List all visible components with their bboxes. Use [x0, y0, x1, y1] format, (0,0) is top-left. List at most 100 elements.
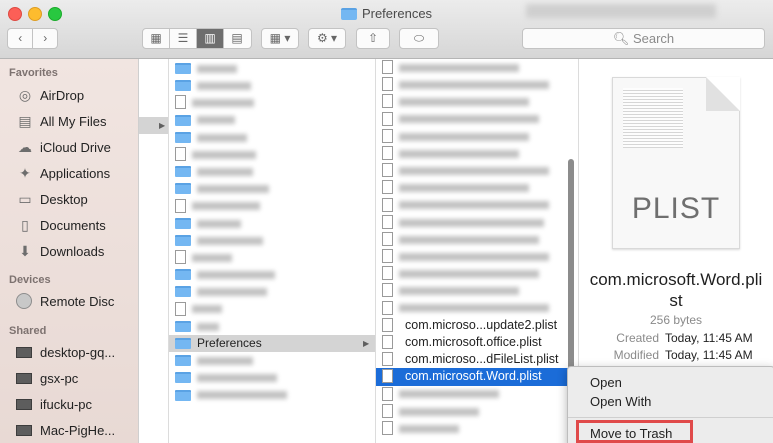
- list-item-selected[interactable]: ▶: [139, 117, 168, 135]
- folder-icon: [175, 389, 191, 401]
- list-item[interactable]: ▶: [169, 232, 375, 249]
- list-item[interactable]: ▶: [169, 215, 375, 232]
- list-item[interactable]: [376, 300, 578, 317]
- list-item[interactable]: [376, 59, 578, 76]
- list-item[interactable]: ▶: [169, 146, 375, 163]
- column-view-icon[interactable]: ▥: [197, 29, 224, 48]
- list-item[interactable]: [376, 265, 578, 282]
- document-icon: [382, 94, 393, 109]
- search-field[interactable]: 🔍︎ Search: [522, 28, 765, 49]
- blurred-name: [192, 202, 260, 211]
- context-menu: Open Open With Move to Trash: [567, 366, 773, 443]
- list-item[interactable]: [376, 248, 578, 265]
- sidebar-item-applications[interactable]: ✦ Applications: [0, 160, 138, 186]
- search-placeholder: Search: [632, 31, 675, 46]
- document-icon: [382, 369, 393, 384]
- document-icon: [382, 163, 393, 178]
- blurred-name: [197, 374, 277, 383]
- list-item[interactable]: ▶: [169, 318, 375, 335]
- tags-button[interactable]: ⬭: [399, 28, 439, 49]
- icon-view-icon[interactable]: ▦: [143, 29, 170, 48]
- list-item[interactable]: [376, 214, 578, 231]
- blurred-name: [197, 322, 219, 331]
- blurred-name: [399, 287, 519, 296]
- devices-header: Devices: [9, 274, 51, 286]
- list-item[interactable]: ▶: [169, 94, 375, 111]
- cover-flow-icon[interactable]: ▤: [224, 29, 250, 48]
- list-item[interactable]: ▶: [169, 283, 375, 300]
- arrange-icon: ▦ ▾: [269, 31, 291, 45]
- list-item[interactable]: ▶: [169, 301, 375, 318]
- sidebar-item-documents[interactable]: ▯ Documents: [0, 212, 138, 238]
- column-2[interactable]: ▶▶▶▶▶▶▶▶▶▶▶▶▶▶▶▶Preferences▶: [169, 59, 376, 443]
- list-item[interactable]: [376, 93, 578, 110]
- blurred-name: [192, 305, 222, 314]
- list-item[interactable]: [376, 282, 578, 299]
- document-icon: [382, 420, 393, 435]
- list-item[interactable]: ▶: [169, 112, 375, 129]
- sidebar-item-label: Applications: [40, 166, 111, 181]
- list-item[interactable]: ▶: [169, 129, 375, 146]
- action-button[interactable]: ⚙ ▾: [308, 28, 346, 49]
- sidebar-item-shared-3[interactable]: ifucku-pc: [0, 392, 138, 418]
- preview-file-size: 256 bytes: [649, 313, 703, 327]
- sidebar-item-icloud-drive[interactable]: ☁ iCloud Drive: [0, 134, 138, 160]
- list-item[interactable]: ▶: [169, 198, 375, 215]
- blurred-name: [399, 63, 519, 72]
- window-title-text: Preferences: [361, 6, 433, 21]
- list-item[interactable]: [169, 369, 375, 386]
- list-view-icon[interactable]: ☰: [170, 29, 197, 48]
- blurred-name: [192, 150, 256, 159]
- folder-icon: [175, 269, 191, 281]
- list-item[interactable]: com.microso...update2.plist: [376, 317, 578, 334]
- list-item[interactable]: [376, 162, 578, 179]
- share-button[interactable]: ⇧: [356, 28, 390, 49]
- list-item[interactable]: [376, 420, 578, 437]
- arrange-button[interactable]: ▦ ▾: [261, 28, 299, 49]
- list-item[interactable]: [376, 128, 578, 145]
- list-item[interactable]: [169, 387, 375, 404]
- file-type-label: PLIST: [631, 192, 721, 225]
- sidebar-item-downloads[interactable]: ⬇ Downloads: [0, 238, 138, 264]
- document-icon: [382, 214, 393, 229]
- list-item[interactable]: [376, 386, 578, 403]
- list-item[interactable]: com.microsoft.office.plist: [376, 334, 578, 351]
- list-item[interactable]: ▶: [169, 249, 375, 266]
- sidebar-item-shared-2[interactable]: gsx-pc: [0, 366, 138, 392]
- list-item-preferences[interactable]: Preferences ▶: [169, 335, 375, 353]
- column-3[interactable]: com.microso...update2.plist com.microsoft…: [376, 59, 579, 443]
- list-item[interactable]: ▶: [169, 60, 375, 77]
- document-icon: [382, 266, 393, 281]
- blurred-name: [197, 116, 235, 125]
- list-item[interactable]: ▶: [169, 163, 375, 180]
- folder-icon: [175, 80, 191, 92]
- list-item[interactable]: [169, 352, 375, 369]
- document-icon: [175, 198, 186, 213]
- sidebar-item-shared-4[interactable]: Mac-PigHe...: [0, 418, 138, 443]
- sidebar-item-all-my-files[interactable]: ▤ All My Files: [0, 108, 138, 134]
- list-item[interactable]: [376, 197, 578, 214]
- list-item[interactable]: [376, 231, 578, 248]
- list-item[interactable]: ▶: [169, 180, 375, 197]
- list-item[interactable]: com.microso...dFileList.plist: [376, 351, 578, 368]
- list-item[interactable]: [376, 403, 578, 420]
- sidebar-item-desktop[interactable]: ▭ Desktop: [0, 186, 138, 212]
- document-icon: [382, 386, 393, 401]
- list-item[interactable]: [376, 179, 578, 196]
- sidebar-item-label: Remote Disc: [40, 294, 115, 309]
- forward-button[interactable]: ›: [33, 29, 57, 48]
- list-item-selected[interactable]: com.microsoft.Word.plist: [376, 368, 578, 386]
- sidebar-item-shared-1[interactable]: desktop-gq...: [0, 340, 138, 366]
- list-item[interactable]: [376, 145, 578, 162]
- blurred-name: [197, 219, 241, 228]
- menu-item-open[interactable]: Open: [568, 373, 773, 392]
- back-button[interactable]: ‹: [8, 29, 34, 48]
- menu-item-open-with[interactable]: Open With: [568, 392, 773, 411]
- list-item[interactable]: ▶: [169, 266, 375, 283]
- column-1[interactable]: ▶: [139, 59, 169, 443]
- list-item[interactable]: [376, 76, 578, 93]
- sidebar-item-airdrop[interactable]: ◎ AirDrop: [0, 82, 138, 108]
- list-item[interactable]: [376, 111, 578, 128]
- list-item[interactable]: ▶: [169, 77, 375, 94]
- sidebar-item-remote-disc[interactable]: Remote Disc: [0, 289, 138, 315]
